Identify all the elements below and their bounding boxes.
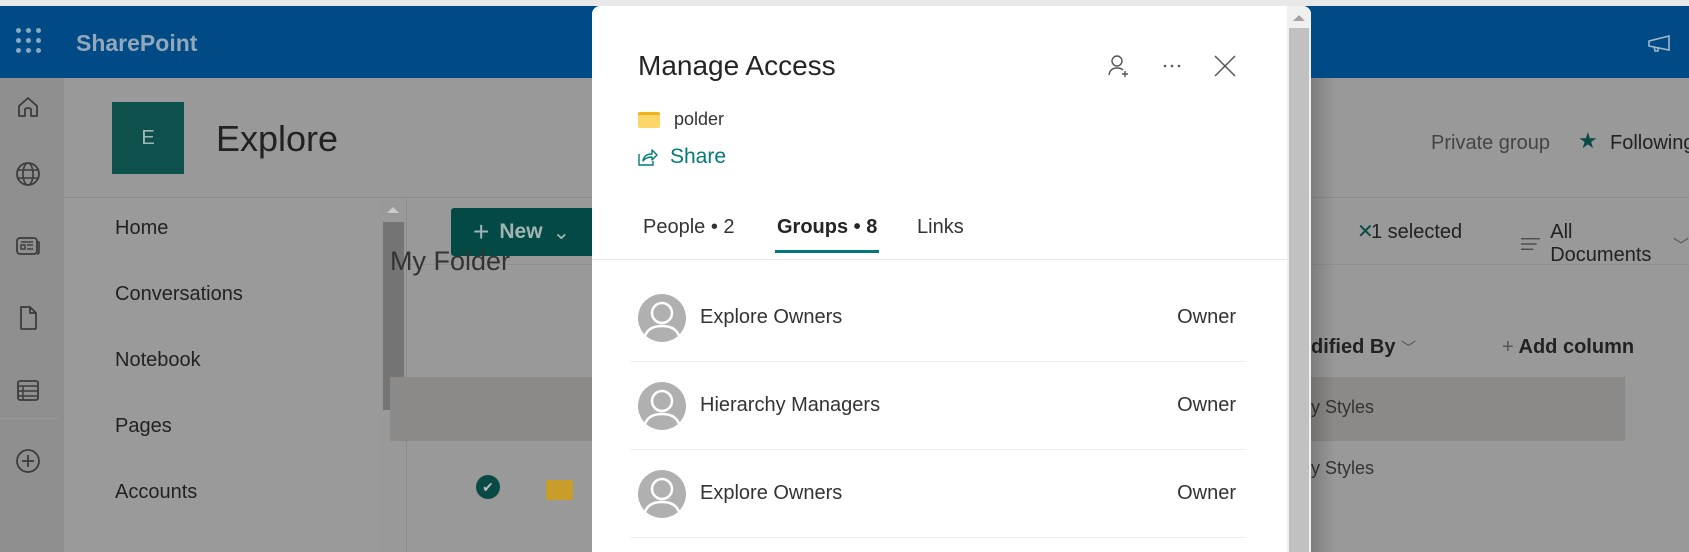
active-tab-indicator: [775, 250, 880, 253]
news-icon[interactable]: [14, 232, 42, 260]
add-person-icon[interactable]: [1105, 52, 1133, 80]
site-title[interactable]: Explore: [216, 118, 338, 160]
share-link[interactable]: Share: [638, 145, 726, 169]
star-icon[interactable]: ★: [1578, 128, 1598, 154]
close-icon[interactable]: [1211, 52, 1239, 80]
app-name[interactable]: SharePoint: [76, 30, 197, 57]
selection-count: 1 selected: [1371, 221, 1463, 243]
panel-scrollbar[interactable]: [1287, 6, 1311, 552]
group-avatar-icon: [638, 470, 686, 518]
home-icon[interactable]: [14, 93, 42, 121]
list-item[interactable]: Explore Owners Owner: [630, 274, 1246, 362]
list-item[interactable]: Hierarchy Managers Owner: [630, 362, 1246, 450]
shared-item: polder: [638, 109, 724, 130]
group-name: Explore Owners: [700, 306, 843, 328]
access-tabs: People • 2 Groups • 8 Links: [592, 206, 1287, 260]
tab-links[interactable]: Links: [917, 216, 964, 253]
folder-icon: [546, 480, 573, 500]
appbar-divider: [0, 418, 58, 419]
item-name: polder: [674, 109, 725, 129]
privacy-label: Private group: [1431, 132, 1550, 154]
group-name: Explore Owners: [700, 482, 843, 504]
new-label: New: [499, 220, 543, 243]
view-label: All Documents: [1550, 221, 1652, 266]
scrollbar-thumb[interactable]: [1289, 28, 1309, 552]
list-icon[interactable]: [14, 376, 42, 404]
document-icon[interactable]: [14, 304, 42, 332]
follow-button[interactable]: Following: [1610, 132, 1689, 155]
panel-title: Manage Access: [638, 50, 836, 81]
left-navigation: Home Conversations Notebook Pages Accoun…: [64, 199, 406, 552]
scroll-up-arrow-icon[interactable]: [1293, 15, 1305, 21]
chevron-down-icon: ﹀: [1401, 340, 1417, 357]
view-selector[interactable]: All Documents ﹀: [1521, 221, 1689, 267]
view-lines-icon: [1521, 238, 1541, 250]
list-item[interactable]: Explore Owners Owner: [630, 450, 1246, 538]
tab-people[interactable]: People • 2: [643, 216, 735, 253]
group-name: Hierarchy Managers: [700, 394, 881, 416]
permission-role[interactable]: Owner: [1177, 306, 1236, 329]
plus-icon: +: [473, 216, 490, 247]
nav-item-pages[interactable]: Pages: [115, 415, 172, 438]
dialog-shadow: [1311, 78, 1335, 552]
row-checkbox-checked-icon[interactable]: ✔: [476, 475, 500, 499]
folder-breadcrumb[interactable]: My Folder: [390, 246, 510, 277]
permission-role[interactable]: Owner: [1177, 394, 1236, 417]
tab-groups[interactable]: Groups • 8: [775, 216, 880, 253]
site-logo[interactable]: E: [112, 102, 184, 174]
chevron-down-icon: ﹀: [1672, 238, 1689, 255]
add-circle-icon[interactable]: [14, 447, 42, 475]
app-bar: [0, 78, 64, 552]
nav-panel: Home Conversations Notebook Pages Accoun…: [64, 199, 380, 552]
chevron-down-icon: ⌄: [552, 220, 571, 244]
scroll-up-arrow-icon[interactable]: [387, 207, 399, 213]
nav-item-notebook[interactable]: Notebook: [115, 349, 201, 372]
group-avatar-icon: [638, 294, 686, 342]
share-icon: [638, 149, 658, 166]
plus-icon: +: [1502, 336, 1514, 358]
manage-access-panel: Manage Access polder Share People • 2 Gr…: [592, 6, 1311, 552]
nav-item-home[interactable]: Home: [115, 217, 168, 240]
app-launcher-icon[interactable]: [16, 28, 42, 54]
folder-icon: [638, 111, 660, 128]
nav-item-accounts[interactable]: Accounts: [115, 481, 197, 504]
megaphone-icon[interactable]: [1647, 34, 1673, 54]
permission-role[interactable]: Owner: [1177, 482, 1236, 505]
globe-icon[interactable]: [14, 160, 42, 188]
add-column-button[interactable]: + Add column: [1502, 336, 1634, 359]
nav-item-conversations[interactable]: Conversations: [115, 283, 243, 306]
more-options-icon[interactable]: [1158, 52, 1186, 80]
group-avatar-icon: [638, 382, 686, 430]
